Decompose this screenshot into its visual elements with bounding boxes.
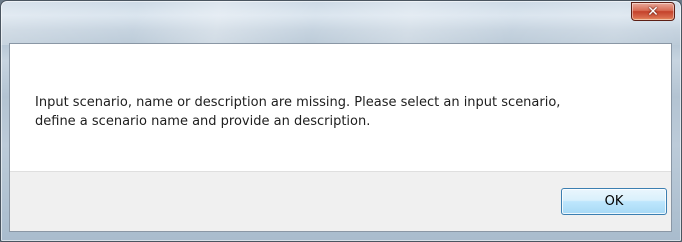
- close-button[interactable]: ✕: [631, 2, 675, 21]
- ok-button[interactable]: OK: [561, 188, 667, 215]
- title-bar[interactable]: ✕: [1, 1, 681, 45]
- message-text: Input scenario, name or description are …: [35, 95, 561, 129]
- button-bar: OK: [10, 171, 671, 231]
- close-icon: ✕: [647, 3, 659, 20]
- message-dialog-window: ✕ Input scenario, name or description ar…: [0, 0, 682, 242]
- message-area: Input scenario, name or description are …: [10, 44, 671, 171]
- dialog-content: Input scenario, name or description are …: [9, 43, 672, 232]
